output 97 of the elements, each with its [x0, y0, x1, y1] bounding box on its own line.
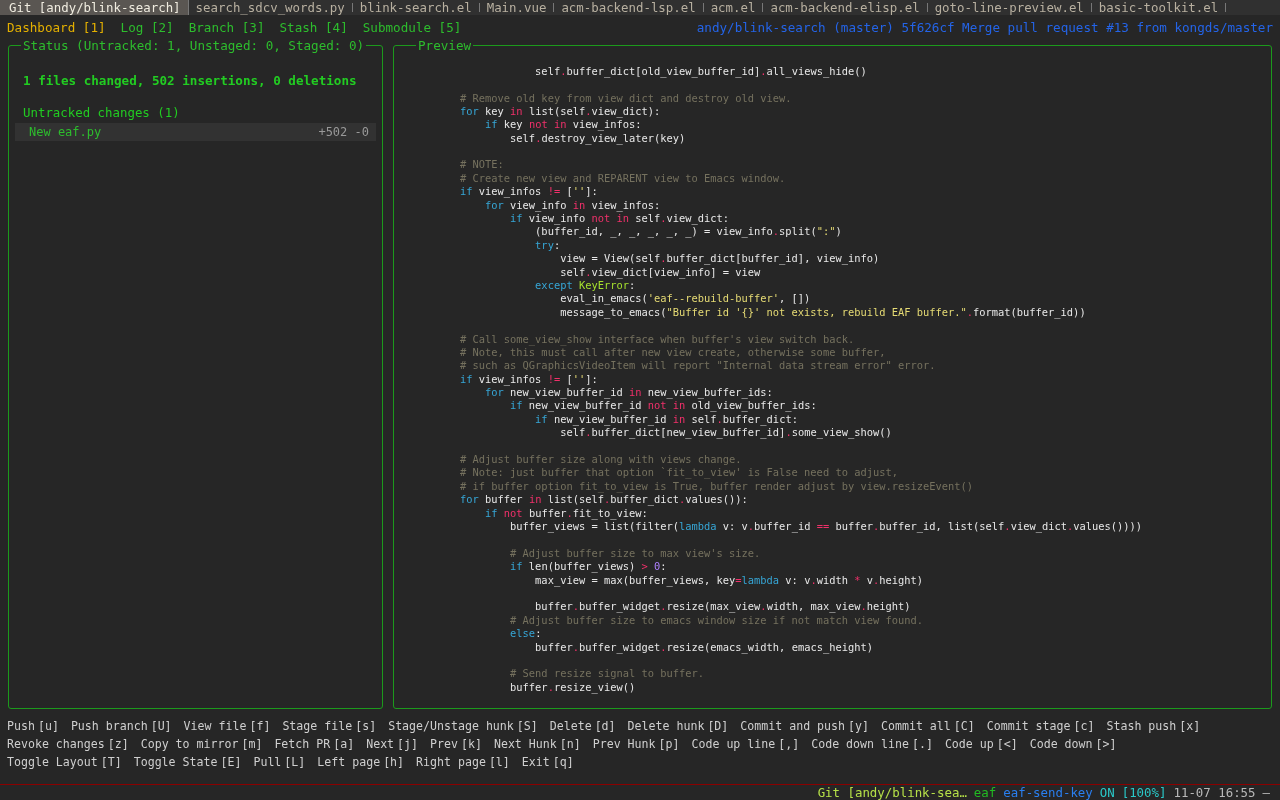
code-line: self.view_dict[view_info] = view: [559, 265, 762, 279]
menu-tab[interactable]: Branch [3]: [188, 19, 265, 35]
tab[interactable]: goto-line-preview.el: [927, 3, 1092, 13]
key-hint[interactable]: Stash push [x]: [1106, 718, 1201, 733]
section-heading: Untracked changes (1): [23, 104, 181, 120]
key-hint[interactable]: Commit and push [y]: [740, 718, 869, 733]
tab[interactable]: Git [andy/blink-search]: [0, 0, 189, 16]
code-line: if not buffer.fit_to_view:: [484, 506, 649, 520]
file-name: New eaf.py: [29, 124, 102, 139]
menu-tab[interactable]: Log [2]: [120, 19, 174, 35]
buffer-name: Git [andy/blink-sea…: [817, 784, 967, 800]
menu-tab[interactable]: Submodule [5]: [362, 19, 462, 35]
commit-info: andy/blink-search (master) 5f626cf Merge pull request #13 from kongds/master: [696, 19, 1273, 35]
code-line: for buffer in list(self.buffer_dict.values()):: [459, 493, 749, 507]
tab[interactable]: search_sdcv_words.py: [188, 3, 353, 13]
code-line: # such as QGraphicsVideoItem will report "Internal data stream error" error.: [459, 359, 937, 373]
key-hint[interactable]: Right page [l]: [416, 754, 510, 769]
code-line: # if buffer option fit_to_view is True, buffer render adjust by view.resizeEvent(): [459, 479, 974, 494]
file-row[interactable]: New eaf.py +502 -0: [15, 122, 376, 141]
command-name: eaf-send-key: [1003, 784, 1093, 800]
key-hint[interactable]: Stage file [s]: [282, 718, 377, 733]
key-hint[interactable]: Code down [>]: [1029, 736, 1117, 751]
code-line: buffer_views = list(filter(lambda v: v.buffer_id == buffer.buffer_id, list(self.view_dict.values()))): [509, 520, 1144, 534]
key-hint[interactable]: Push branch [U]: [70, 718, 172, 733]
code-line: # Note, this must call after new view create, otherwise some buffer,: [459, 345, 887, 360]
key-hint[interactable]: Fetch PR [a]: [274, 736, 355, 751]
code-line: self.destroy_view_later(key): [509, 131, 687, 146]
key-hint[interactable]: Delete hunk [D]: [627, 718, 729, 733]
menu-tab[interactable]: Stash [4]: [279, 19, 348, 35]
tab[interactable]: acm-backend-elisp.el: [763, 3, 928, 13]
key-hint[interactable]: Prev [k]: [430, 736, 482, 751]
code-line: for key in list(self.view_dict):: [459, 104, 662, 119]
tab[interactable]: acm-backend-lsp.el: [554, 3, 704, 13]
tab[interactable]: Main.vue: [479, 3, 555, 13]
key-hint[interactable]: Code up line [,]: [691, 736, 800, 751]
code-line: except KeyError:: [534, 278, 636, 293]
code-line: # Remove old key from view dict and destroy old view.: [459, 91, 793, 105]
key-hint[interactable]: Stage/Unstage hunk [S]: [388, 718, 538, 733]
code-line: if key not in view_infos:: [484, 118, 643, 132]
code-line: # Send resize signal to buffer.: [509, 667, 706, 681]
tab[interactable]: blink-search.el: [352, 3, 480, 13]
diff-stat: +502 -0: [318, 124, 369, 139]
key-hint[interactable]: Delete [d]: [549, 718, 616, 733]
key-hint[interactable]: Exit [q]: [521, 754, 574, 769]
key-hint[interactable]: Copy to mirror [m]: [140, 736, 263, 751]
mode-name: eaf: [973, 784, 997, 800]
key-hint[interactable]: Toggle State [E]: [133, 754, 242, 769]
key-hint[interactable]: View file [f]: [183, 718, 271, 733]
key-hint[interactable]: Prev Hunk [p]: [592, 736, 680, 751]
code-line: self.buffer_dict[old_view_buffer_id].all_views_hide(): [534, 64, 868, 79]
key-hint[interactable]: Next Hunk [n]: [493, 736, 581, 751]
mode-state: ON: [1099, 784, 1115, 800]
code-line: # NOTE:: [459, 158, 505, 172]
key-hint[interactable]: Toggle Layout [T]: [7, 754, 122, 769]
code-line: for new_view_buffer_id in new_view_buffer_ids:: [484, 386, 774, 400]
key-hint[interactable]: Code up [<]: [944, 736, 1018, 751]
key-hint[interactable]: Commit all [C]: [881, 718, 975, 733]
code-line: buffer.buffer_widget.resize(max_view.width, max_view.height): [534, 600, 912, 614]
code-line: if view_infos != ['']:: [459, 372, 599, 387]
menu-tab[interactable]: Dashboard [1]: [7, 19, 106, 35]
code-line: eval_in_emacs('eaf--rebuild-buffer', []): [559, 292, 812, 306]
code-line: buffer.buffer_widget.resize(emacs_width, emacs_height): [534, 640, 874, 654]
key-hint[interactable]: Pull [L]: [253, 754, 306, 769]
code-line: # Adjust buffer size along with views change.: [459, 453, 743, 467]
key-hint[interactable]: Next [j]: [366, 736, 419, 751]
code-line: max_view = max(buffer_views, key=lambda v: v.width * v.height): [534, 573, 925, 587]
scroll-percent: [100%]: [1121, 784, 1167, 800]
key-hint[interactable]: Push [u]: [7, 718, 59, 733]
code-line: if view_info not in self.view_dict:: [509, 212, 731, 226]
code-line: try:: [534, 238, 562, 253]
tab[interactable]: acm.el: [703, 3, 764, 13]
tab[interactable]: basic-toolkit.el: [1091, 3, 1227, 13]
mode-line-end: —: [1262, 784, 1270, 800]
key-hint[interactable]: Left page [h]: [317, 754, 405, 769]
code-line: # Call some_view_show interface when buffer's view switch back.: [459, 332, 856, 346]
code-line: # Adjust buffer size to max view's size.: [509, 546, 762, 561]
code-line: if new_view_buffer_id not in old_view_buffer_ids:: [509, 399, 818, 413]
code-line: if new_view_buffer_id in self.buffer_dict:: [534, 412, 799, 427]
key-hint[interactable]: Code down line [.]: [811, 736, 933, 751]
clock-time: 11-07 16:55: [1173, 784, 1256, 800]
code-line: else:: [509, 627, 543, 641]
diff-summary: 1 files changed, 502 insertions, 0 deletions: [23, 72, 358, 88]
code-line: # Adjust buffer size to emacs window size if not match view found.: [509, 613, 924, 628]
key-hint[interactable]: Revoke changes [z]: [7, 736, 129, 751]
code-line: view = View(self.buffer_dict[buffer_id], view_info): [559, 252, 881, 266]
code-line: # Create new view and REPARENT view to Emacs window.: [459, 171, 787, 186]
panel-title: Status (Untracked: 1, Unstaged: 0, Staged: 0): [22, 38, 366, 53]
panel-title: Preview: [417, 39, 473, 53]
code-line: for view_info in view_infos:: [484, 198, 662, 212]
code-line: (buffer_id, _, _, _, _, _) = view_info.split(":"): [534, 225, 843, 239]
code-line: if len(buffer_views) > 0:: [509, 560, 668, 574]
code-line: self.buffer_dict[new_view_buffer_id].some_view_show(): [559, 426, 893, 440]
key-hint[interactable]: Commit stage [c]: [986, 718, 1095, 733]
code-line: buffer.resize_view(): [509, 680, 637, 695]
code-line: # Note: just buffer that option `fit_to_view' is False need to adjust,: [459, 466, 899, 480]
code-line: message_to_emacs("Buffer id '{}' not exists, rebuild EAF buffer.".format(buffer_id)): [559, 305, 1087, 320]
code-line: if view_infos != ['']:: [459, 185, 599, 199]
